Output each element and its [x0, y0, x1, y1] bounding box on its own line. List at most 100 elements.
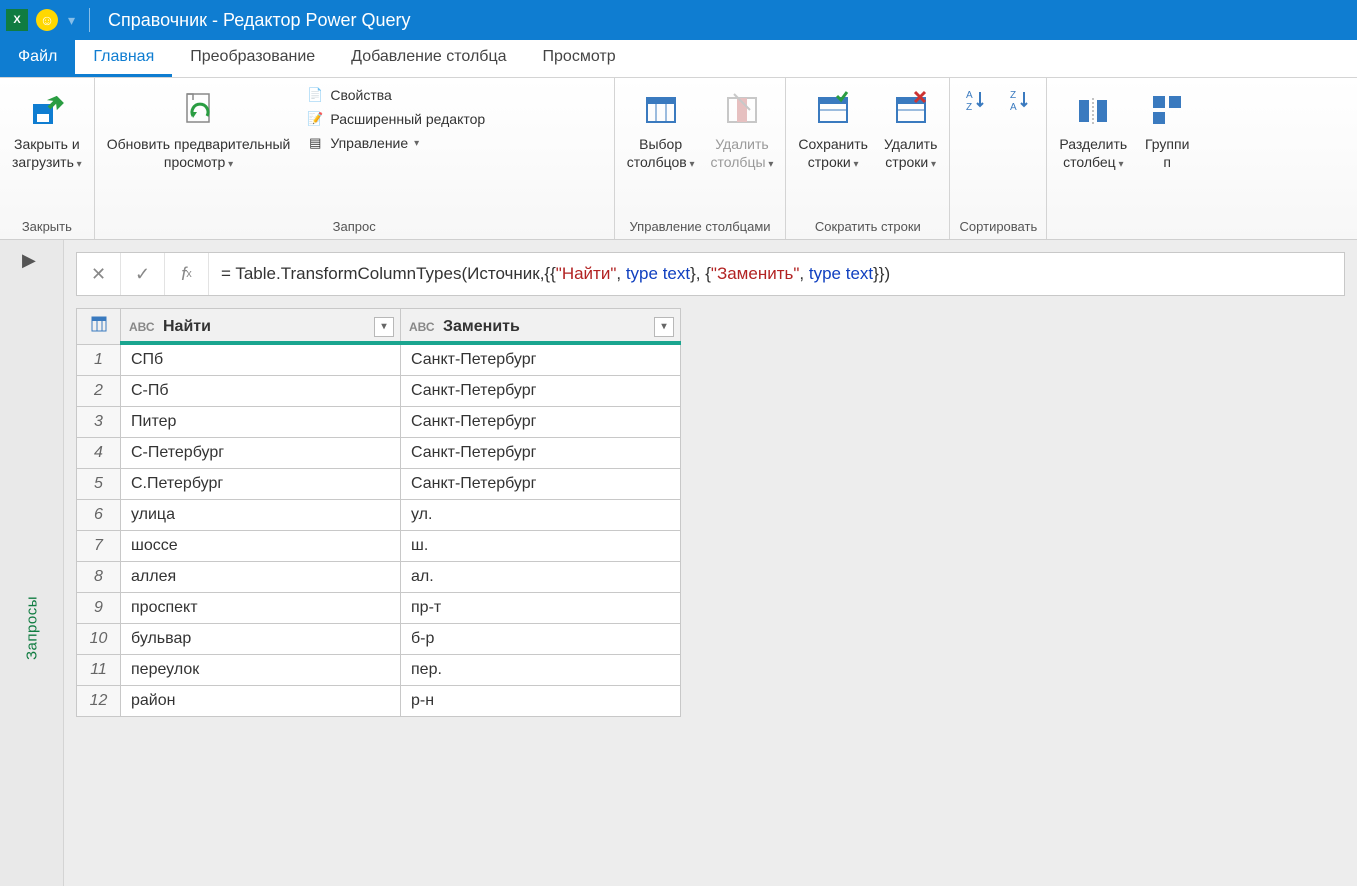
- table-row[interactable]: 5С.ПетербургСанкт-Петербург: [77, 469, 681, 500]
- cell-find[interactable]: аллея: [121, 562, 401, 593]
- close-and-load-button[interactable]: Закрыть и загрузить: [6, 82, 88, 175]
- sort-desc-button[interactable]: ZA: [1000, 82, 1040, 120]
- formula-fx-icon[interactable]: fx: [165, 253, 209, 295]
- cell-replace[interactable]: ш.: [401, 531, 681, 562]
- cell-replace[interactable]: Санкт-Петербург: [401, 438, 681, 469]
- row-number[interactable]: 10: [77, 624, 121, 655]
- keep-rows-button[interactable]: Сохранить строки: [792, 82, 874, 175]
- column-header-replace[interactable]: AВС Заменить ▾: [401, 309, 681, 345]
- cell-replace[interactable]: Санкт-Петербург: [401, 345, 681, 376]
- cell-find[interactable]: СПб: [121, 345, 401, 376]
- cell-replace[interactable]: Санкт-Петербург: [401, 407, 681, 438]
- table-row[interactable]: 10бульварб-р: [77, 624, 681, 655]
- formula-accept-button[interactable]: ✓: [121, 253, 165, 295]
- cell-replace[interactable]: б-р: [401, 624, 681, 655]
- manage-button[interactable]: ▤ Управление: [304, 132, 487, 154]
- ribbon-group-split: Разделить столбец Группи п: [1047, 78, 1203, 239]
- tab-transform[interactable]: Преобразование: [172, 40, 333, 77]
- tab-file[interactable]: Файл: [0, 40, 75, 77]
- column-header-find[interactable]: AВС Найти ▾: [121, 309, 401, 345]
- sort-desc-icon: ZA: [1006, 86, 1034, 114]
- cell-find[interactable]: С.Петербург: [121, 469, 401, 500]
- table-row[interactable]: 12районр-н: [77, 686, 681, 717]
- row-number[interactable]: 5: [77, 469, 121, 500]
- svg-text:Z: Z: [1010, 90, 1016, 101]
- cell-replace[interactable]: ул.: [401, 500, 681, 531]
- tab-add-column[interactable]: Добавление столбца: [333, 40, 524, 77]
- formula-type1a: type: [626, 264, 658, 283]
- ribbon: Закрыть и загрузить Закрыть Обновить пре…: [0, 78, 1357, 240]
- col2-name: Заменить: [443, 318, 520, 335]
- table-row[interactable]: 3ПитерСанкт-Петербург: [77, 407, 681, 438]
- remove-columns-button[interactable]: Удалить столбцы: [705, 82, 780, 175]
- main-area: ✕ ✓ fx = Table.TransformColumnTypes(Исто…: [64, 240, 1357, 886]
- ribbon-group-close: Закрыть и загрузить Закрыть: [0, 78, 95, 239]
- row-number[interactable]: 11: [77, 655, 121, 686]
- col2-filter-button[interactable]: ▾: [654, 317, 674, 337]
- smiley-icon[interactable]: ☺: [36, 9, 58, 31]
- table-corner[interactable]: [77, 309, 121, 345]
- col1-filter-button[interactable]: ▾: [374, 317, 394, 337]
- advanced-editor-button[interactable]: 📝 Расширенный редактор: [304, 108, 487, 130]
- row-number[interactable]: 2: [77, 376, 121, 407]
- cell-find[interactable]: шоссе: [121, 531, 401, 562]
- cell-find[interactable]: Питер: [121, 407, 401, 438]
- row-number[interactable]: 4: [77, 438, 121, 469]
- data-table: AВС Найти ▾ AВС Заменить ▾ 1СПбСанкт-Пет…: [76, 308, 681, 717]
- cell-find[interactable]: С-Пб: [121, 376, 401, 407]
- tab-home[interactable]: Главная: [75, 40, 172, 77]
- ribbon-tabs: Файл Главная Преобразование Добавление с…: [0, 40, 1357, 78]
- split-column-button[interactable]: Разделить столбец: [1053, 82, 1133, 175]
- formula-type2b: text: [846, 264, 873, 283]
- choose-columns-icon: [637, 86, 685, 134]
- svg-text:A: A: [1010, 102, 1017, 112]
- row-number[interactable]: 6: [77, 500, 121, 531]
- tab-view[interactable]: Просмотр: [525, 40, 634, 77]
- refresh-preview-button[interactable]: Обновить предварительный просмотр: [101, 82, 297, 175]
- cell-replace[interactable]: Санкт-Петербург: [401, 469, 681, 500]
- col1-type-icon: AВС: [129, 320, 155, 334]
- ribbon-group-columns: Выбор столбцов Удалить столбцы Управлени…: [615, 78, 787, 239]
- formula-suffix: }}): [873, 264, 890, 283]
- cell-replace[interactable]: Санкт-Петербург: [401, 376, 681, 407]
- table-row[interactable]: 4С-ПетербургСанкт-Петербург: [77, 438, 681, 469]
- group-by-button[interactable]: Группи п: [1137, 82, 1197, 175]
- queries-sidebar: ▶ Запросы: [0, 240, 64, 886]
- row-number[interactable]: 1: [77, 345, 121, 376]
- row-number[interactable]: 3: [77, 407, 121, 438]
- formula-type2a: type: [809, 264, 841, 283]
- row-number[interactable]: 8: [77, 562, 121, 593]
- col2-accent: [400, 341, 681, 345]
- cell-replace[interactable]: пер.: [401, 655, 681, 686]
- table-row[interactable]: 2С-ПбСанкт-Петербург: [77, 376, 681, 407]
- cell-find[interactable]: С-Петербург: [121, 438, 401, 469]
- cell-find[interactable]: район: [121, 686, 401, 717]
- cell-find[interactable]: бульвар: [121, 624, 401, 655]
- table-row[interactable]: 8аллеяал.: [77, 562, 681, 593]
- cell-replace[interactable]: пр-т: [401, 593, 681, 624]
- properties-button[interactable]: 📄 Свойства: [304, 84, 487, 106]
- refresh-preview-label: Обновить предварительный просмотр: [107, 136, 291, 171]
- cell-find[interactable]: переулок: [121, 655, 401, 686]
- row-number[interactable]: 12: [77, 686, 121, 717]
- qat-dropdown-icon[interactable]: ▾: [68, 12, 75, 29]
- sidebar-expand-icon[interactable]: ▶: [22, 250, 36, 271]
- table-row[interactable]: 1СПбСанкт-Петербург: [77, 345, 681, 376]
- table-row[interactable]: 11переулокпер.: [77, 655, 681, 686]
- group-by-icon: [1143, 86, 1191, 134]
- cell-find[interactable]: проспект: [121, 593, 401, 624]
- choose-columns-button[interactable]: Выбор столбцов: [621, 82, 701, 175]
- remove-rows-button[interactable]: Удалить строки: [878, 82, 943, 175]
- cell-replace[interactable]: ал.: [401, 562, 681, 593]
- sidebar-label[interactable]: Запросы: [23, 596, 40, 660]
- cell-find[interactable]: улица: [121, 500, 401, 531]
- cell-replace[interactable]: р-н: [401, 686, 681, 717]
- sort-asc-button[interactable]: AZ: [956, 82, 996, 120]
- row-number[interactable]: 7: [77, 531, 121, 562]
- table-row[interactable]: 6улицаул.: [77, 500, 681, 531]
- formula-cancel-button[interactable]: ✕: [77, 253, 121, 295]
- formula-text[interactable]: = Table.TransformColumnTypes(Источник,{{…: [209, 264, 1344, 284]
- table-row[interactable]: 7шоссеш.: [77, 531, 681, 562]
- table-row[interactable]: 9проспектпр-т: [77, 593, 681, 624]
- row-number[interactable]: 9: [77, 593, 121, 624]
